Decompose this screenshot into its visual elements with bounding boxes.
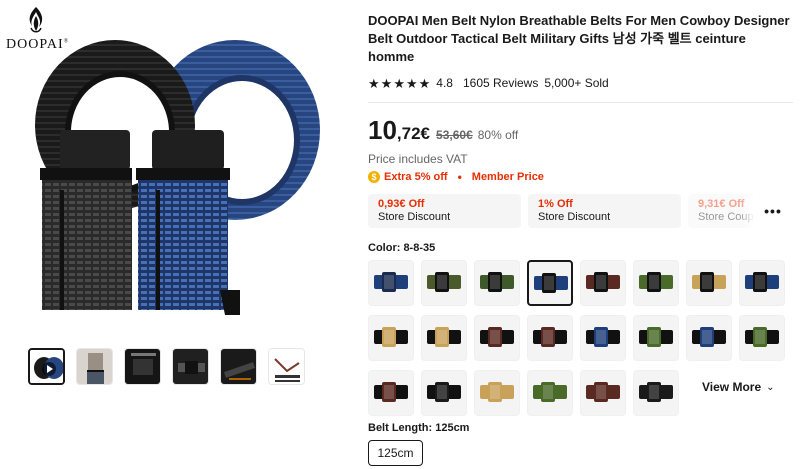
product-gallery: DOOPAI® bbox=[0, 0, 352, 469]
price-row: 10 ,72€ 53,60€ 80% off bbox=[368, 115, 793, 146]
coupon-card[interactable]: 0,93€ Off Store Discount bbox=[368, 194, 521, 228]
thumbnail-model[interactable] bbox=[76, 348, 113, 385]
swatch-belt-image bbox=[692, 272, 726, 292]
color-swatch[interactable] bbox=[633, 260, 679, 306]
swatch-belt-image bbox=[692, 327, 726, 347]
swatch-belt-image bbox=[427, 327, 461, 347]
swatch-belt-image bbox=[427, 382, 461, 402]
swatch-belt-image bbox=[639, 272, 673, 292]
color-swatch[interactable] bbox=[474, 370, 520, 416]
color-swatch[interactable] bbox=[527, 260, 573, 306]
thumbnail-strip bbox=[28, 348, 305, 385]
main-product-image[interactable]: DOOPAI® bbox=[0, 0, 352, 338]
coupon-amount: 0,93€ Off bbox=[378, 198, 425, 210]
reviews-link[interactable]: 1605 Reviews bbox=[463, 76, 538, 90]
more-coupons-button[interactable]: ••• bbox=[753, 194, 793, 228]
color-swatch[interactable] bbox=[474, 315, 520, 361]
swatch-belt-image bbox=[533, 382, 567, 402]
thumbnail-buckle[interactable] bbox=[172, 348, 209, 385]
thumbnail-strap[interactable] bbox=[220, 348, 257, 385]
product-details: DOOPAI Men Belt Nylon Breathable Belts F… bbox=[368, 12, 793, 416]
discount-percent: 80% off bbox=[477, 128, 519, 142]
color-swatch[interactable] bbox=[474, 260, 520, 306]
star-rating[interactable]: ★ ★ ★ ★ ★ bbox=[368, 77, 430, 90]
color-swatch[interactable] bbox=[633, 315, 679, 361]
thumbnail-detail[interactable] bbox=[124, 348, 161, 385]
color-swatch[interactable] bbox=[686, 315, 732, 361]
swatch-belt-image bbox=[374, 272, 408, 292]
swatch-belt-image bbox=[534, 273, 568, 293]
swatch-belt-image bbox=[586, 382, 620, 402]
swatch-belt-image bbox=[586, 272, 620, 292]
sold-count: 5,000+ Sold bbox=[544, 76, 609, 90]
color-swatch[interactable] bbox=[686, 260, 732, 306]
swatch-belt-image bbox=[639, 327, 673, 347]
color-swatch[interactable] bbox=[739, 260, 785, 306]
swatch-belt-image bbox=[427, 272, 461, 292]
length-option[interactable]: 125cm bbox=[368, 440, 423, 466]
swatch-belt-image bbox=[533, 327, 567, 347]
swatch-belt-image bbox=[745, 327, 779, 347]
thumbnail-image bbox=[125, 349, 160, 384]
chevron-down-icon: ⌄ bbox=[766, 381, 775, 393]
color-swatch[interactable] bbox=[368, 370, 414, 416]
color-swatch[interactable] bbox=[421, 315, 467, 361]
star-icon: ★ bbox=[368, 75, 380, 91]
price-decimal: ,72€ bbox=[396, 124, 431, 143]
member-price[interactable]: Member Price bbox=[472, 171, 544, 183]
view-more-button[interactable]: View More ⌄ bbox=[702, 380, 775, 394]
swatch-belt-image bbox=[639, 382, 673, 402]
belt-product-illustration bbox=[35, 40, 320, 315]
rating-value: 4.8 bbox=[436, 76, 453, 90]
coupon-label: Store Discount bbox=[538, 211, 611, 223]
color-swatch[interactable] bbox=[739, 315, 785, 361]
star-icon: ★ bbox=[393, 75, 405, 91]
color-swatch[interactable] bbox=[633, 370, 679, 416]
coupon-list: 0,93€ Off Store Discount 1% Off Store Di… bbox=[368, 194, 793, 228]
thumbnail-size-chart[interactable] bbox=[268, 348, 305, 385]
swatch-belt-image bbox=[586, 327, 620, 347]
color-swatch[interactable] bbox=[580, 260, 626, 306]
rating-row: ★ ★ ★ ★ ★ 4.8 1605 Reviews 5,000+ Sold bbox=[368, 76, 793, 90]
star-icon: ★ bbox=[380, 75, 393, 91]
swatch-belt-image bbox=[480, 272, 514, 292]
color-swatch[interactable] bbox=[368, 260, 414, 306]
thumbnail-image bbox=[269, 349, 304, 384]
color-label: Color: 8-8-35 bbox=[368, 242, 436, 254]
view-more-label: View More bbox=[702, 380, 762, 394]
thumbnail-image bbox=[173, 349, 208, 384]
color-swatch[interactable] bbox=[580, 315, 626, 361]
thumbnail-video[interactable] bbox=[28, 348, 65, 385]
swatch-belt-image bbox=[374, 327, 408, 347]
swatch-belt-image bbox=[745, 272, 779, 292]
thumbnail-image bbox=[77, 349, 112, 384]
coupon-amount: 1% Off bbox=[538, 198, 573, 210]
color-swatch[interactable] bbox=[421, 370, 467, 416]
vat-note: Price includes VAT bbox=[368, 152, 468, 166]
color-swatch[interactable] bbox=[527, 370, 573, 416]
promo-separator: • bbox=[457, 170, 462, 184]
swatch-belt-image bbox=[480, 382, 514, 402]
price-integer: 10 bbox=[368, 115, 397, 145]
original-price: 53,60€ bbox=[436, 128, 473, 142]
coin-icon: $ bbox=[368, 171, 380, 183]
star-icon: ★ bbox=[418, 75, 431, 91]
divider bbox=[368, 102, 793, 103]
coupon-label: Store Discount bbox=[378, 211, 451, 223]
play-icon bbox=[42, 362, 56, 376]
color-swatch[interactable] bbox=[527, 315, 573, 361]
promo-row: $ Extra 5% off • Member Price bbox=[368, 170, 793, 184]
color-swatch[interactable] bbox=[368, 315, 414, 361]
color-swatch[interactable] bbox=[580, 370, 626, 416]
swatch-belt-image bbox=[374, 382, 408, 402]
coupon-card[interactable]: 1% Off Store Discount bbox=[528, 194, 681, 228]
swatch-belt-image bbox=[480, 327, 514, 347]
thumbnail-image bbox=[221, 349, 256, 384]
star-icon: ★ bbox=[405, 75, 418, 91]
product-title: DOOPAI Men Belt Nylon Breathable Belts F… bbox=[368, 13, 790, 64]
belt-length-label: Belt Length: 125cm bbox=[368, 422, 470, 434]
color-swatch[interactable] bbox=[421, 260, 467, 306]
extra-discount[interactable]: Extra 5% off bbox=[384, 171, 448, 183]
